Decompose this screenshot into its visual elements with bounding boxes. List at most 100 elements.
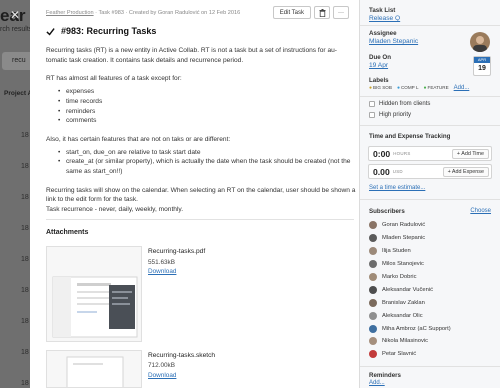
add-label-link[interactable]: Add... xyxy=(454,85,470,91)
calendar-icon[interactable]: APR 19 xyxy=(473,56,491,76)
list-item: Petar Slavnić xyxy=(369,348,451,361)
list-item: Milos Stanojevic xyxy=(369,258,451,271)
task-sidebar: Task List Release Q Assignee Mladen Step… xyxy=(360,0,500,388)
assignee-label: Assignee xyxy=(369,30,397,37)
breadcrumb-meta: · Task #983 · Created by Goran Radulović… xyxy=(95,10,241,16)
task-list-link[interactable]: Release Q xyxy=(369,15,400,22)
list-item: comments xyxy=(58,116,358,126)
divider xyxy=(360,25,500,26)
trash-icon xyxy=(319,8,325,17)
difference-list: start_on, due_on are relative to task st… xyxy=(58,148,358,177)
due-date-link[interactable]: 19 Apr xyxy=(369,62,388,69)
avatar xyxy=(369,311,377,320)
list-item: Aleksandar Vučenić xyxy=(369,283,451,296)
list-item: start_on, due_on are relative to task st… xyxy=(58,148,358,158)
attachment-size: 551.63kB xyxy=(148,259,176,266)
list-item: Goran Radulović xyxy=(369,219,451,232)
download-link[interactable]: Download xyxy=(148,372,176,379)
list-item: time records xyxy=(58,97,358,107)
expense-value: 0.00 xyxy=(373,166,390,177)
list-item: Ilija Studen xyxy=(369,245,451,258)
high-priority-row[interactable]: High priority xyxy=(369,112,411,118)
label-tag[interactable]: BIG SOB xyxy=(369,85,392,91)
subscribers-label: Subscribers xyxy=(369,208,405,215)
list-item: Marko Dobric xyxy=(369,271,451,284)
complete-checkmark-icon[interactable] xyxy=(46,27,55,36)
hidden-from-clients-row[interactable]: Hidden from clients xyxy=(369,101,430,107)
divider xyxy=(360,96,500,97)
avatar xyxy=(369,298,377,307)
list-item: reminders xyxy=(58,107,358,117)
avatar xyxy=(369,285,377,294)
subscribers-header: Subscribers Choose xyxy=(369,208,491,215)
task-toolbar: Edit Task ··· xyxy=(272,6,349,19)
list-item: Aleksandar Olic xyxy=(369,309,451,322)
divider xyxy=(360,199,500,200)
hidden-checkbox[interactable] xyxy=(369,101,375,107)
label-list: BIG SOB COMP L FEATURE Add... xyxy=(369,85,469,91)
divider xyxy=(360,366,500,367)
choose-subscribers-link[interactable]: Choose xyxy=(470,208,491,215)
project-link[interactable]: Feather Production xyxy=(46,10,94,16)
attachment-size: 712.00kB xyxy=(148,362,176,369)
edit-task-button[interactable]: Edit Task xyxy=(272,6,311,19)
attachment-thumbnail[interactable] xyxy=(46,350,142,388)
list-item: expenses xyxy=(58,87,358,97)
tracking-label: Time and Expense Tracking xyxy=(369,133,451,140)
avatar xyxy=(369,350,377,359)
avatar xyxy=(369,247,377,256)
assignee-avatar[interactable] xyxy=(470,32,490,52)
background-subtitle: rch results xyxy=(0,26,33,33)
add-time-button[interactable]: + Add Time xyxy=(451,149,489,159)
priority-checkbox[interactable] xyxy=(369,112,375,118)
task-title-row: #983: Recurring Tasks xyxy=(46,26,156,36)
divider xyxy=(360,125,500,126)
label-tag[interactable]: FEATURE xyxy=(424,85,449,91)
avatar xyxy=(369,337,377,346)
time-estimate-link[interactable]: Set a time estimate... xyxy=(369,185,425,191)
list-item: Mladen Stepanic xyxy=(369,232,451,245)
divider xyxy=(46,219,354,220)
delete-button[interactable] xyxy=(314,6,330,19)
description-paragraph: RT has almost all features of a task exc… xyxy=(46,75,182,83)
task-list-label: Task List xyxy=(369,7,396,14)
list-item: Branislav Zaklan xyxy=(369,296,451,309)
attachment-thumbnail[interactable] xyxy=(46,246,142,342)
avatar xyxy=(369,221,377,230)
attachments-heading: Attachments xyxy=(46,229,89,236)
pdf-preview-image xyxy=(52,276,138,338)
attachment-name: Recurring-tasks.sketch xyxy=(148,352,216,359)
task-modal: Feather Production · Task #983 · Created… xyxy=(30,0,500,388)
expense-box: 0.00 USD + Add Expense xyxy=(368,164,492,179)
description-paragraph: Recurring tasks (RT) is a new entity in … xyxy=(46,47,337,64)
sketch-preview-image xyxy=(66,356,124,387)
close-icon[interactable]: ✕ xyxy=(10,8,20,22)
description-paragraph: Also, it has certain features that are n… xyxy=(46,135,231,143)
avatar xyxy=(369,324,377,333)
avatar xyxy=(369,260,377,269)
breadcrumb: Feather Production · Task #983 · Created… xyxy=(46,10,240,16)
due-on-label: Due On xyxy=(369,54,392,61)
avatar xyxy=(369,273,377,281)
list-item: create_at (or similar property), which i… xyxy=(58,157,358,176)
assignee-link[interactable]: Mladen Stepanic xyxy=(369,38,418,45)
attachment-name: Recurring-tasks.pdf xyxy=(148,248,206,255)
time-value: 0:00 xyxy=(373,148,391,159)
task-title: #983: Recurring Tasks xyxy=(61,26,157,36)
description-paragraph: Recurring tasks will show on the calenda… xyxy=(46,186,356,214)
list-item: Miha Ambroz (aC Support) xyxy=(369,322,451,335)
add-reminder-link[interactable]: Add... xyxy=(369,380,385,386)
time-unit: HOURS xyxy=(393,151,411,156)
avatar xyxy=(369,234,377,243)
label-tag[interactable]: COMP L xyxy=(397,85,419,91)
add-expense-button[interactable]: + Add Expense xyxy=(442,167,489,177)
subscriber-list: Goran Radulović Mladen Stepanic Ilija St… xyxy=(369,219,451,361)
time-record-box: 0:00 HOURS + Add Time xyxy=(368,146,492,161)
task-main-panel: Feather Production · Task #983 · Created… xyxy=(30,0,360,388)
task-description: Recurring tasks (RT) is a new entity in … xyxy=(46,46,358,215)
labels-label: Labels xyxy=(369,77,389,84)
more-options-button[interactable]: ··· xyxy=(333,6,349,19)
download-link[interactable]: Download xyxy=(148,268,176,275)
reminders-label: Reminders xyxy=(369,372,401,379)
expense-unit: USD xyxy=(392,169,403,174)
